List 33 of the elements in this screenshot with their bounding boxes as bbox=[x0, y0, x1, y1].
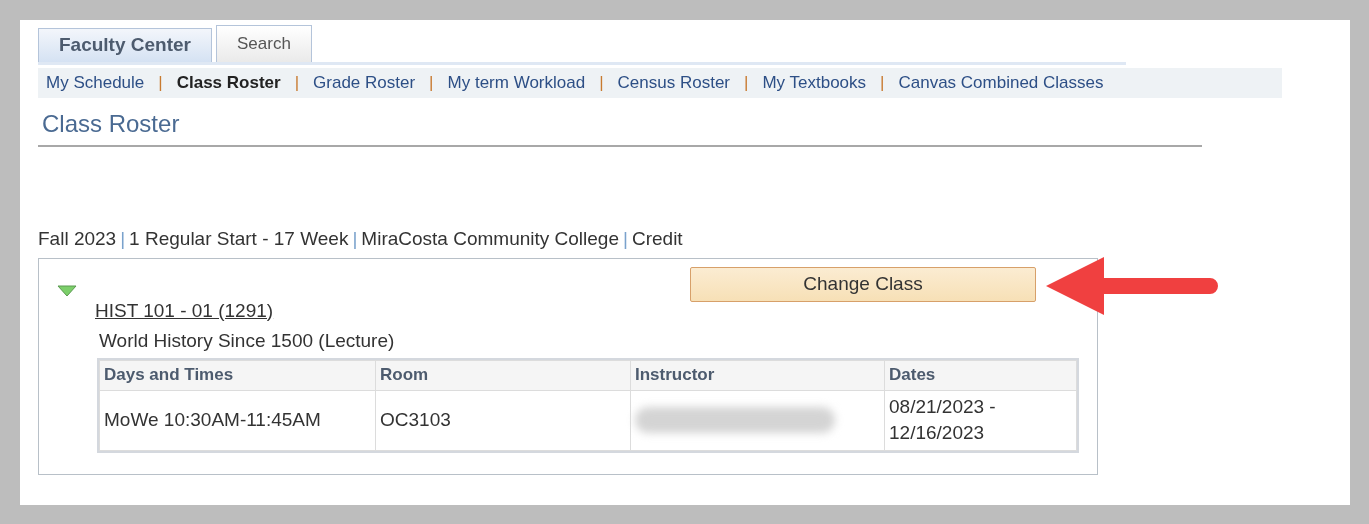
nav-link[interactable]: My Schedule bbox=[46, 70, 145, 96]
separator: | bbox=[293, 72, 301, 95]
separator: | bbox=[428, 72, 435, 95]
nav-link[interactable]: Grade Roster bbox=[313, 70, 416, 96]
separator: | bbox=[351, 227, 359, 251]
column-header: Instructor bbox=[630, 360, 885, 390]
nav-link[interactable]: Class Roster bbox=[176, 70, 281, 96]
table-cell: MoWe 10:30AM-11:45AM bbox=[99, 390, 376, 450]
nav-link[interactable]: My Textbooks bbox=[762, 70, 867, 96]
separator: | bbox=[622, 227, 629, 251]
nav-link[interactable]: My term Workload bbox=[447, 70, 586, 96]
term-info: Credit bbox=[631, 227, 683, 251]
term-info: MiraCosta Community College bbox=[361, 227, 619, 251]
separator: | bbox=[743, 72, 750, 95]
term-info: 1 Regular Start - 17 Week bbox=[129, 227, 349, 251]
course-title: World History Since 1500 (Lecture) bbox=[99, 328, 395, 353]
table-cell: OC3103 bbox=[375, 390, 631, 450]
separator: | bbox=[157, 72, 164, 95]
column-header: Dates bbox=[884, 360, 1077, 390]
separator: | bbox=[119, 227, 127, 251]
nav-link[interactable]: Canvas Combined Classes bbox=[898, 70, 1104, 96]
course-link[interactable]: HIST 101 - 01 (1291) bbox=[95, 296, 274, 325]
nav-link[interactable]: Census Roster bbox=[617, 70, 730, 96]
column-header: Room bbox=[375, 360, 631, 390]
separator: | bbox=[879, 72, 886, 95]
column-header: Days and Times bbox=[99, 360, 376, 390]
tab[interactable]: Search bbox=[216, 25, 312, 62]
term-info: Fall 2023 bbox=[38, 227, 117, 251]
change-class-button[interactable]: Change Class bbox=[690, 266, 1036, 302]
table-cell: 08/21/2023 - 12/16/2023 bbox=[884, 390, 1077, 450]
tab[interactable]: Faculty Center bbox=[38, 28, 212, 62]
page-title: Class Roster bbox=[42, 109, 181, 139]
separator: | bbox=[598, 72, 605, 95]
